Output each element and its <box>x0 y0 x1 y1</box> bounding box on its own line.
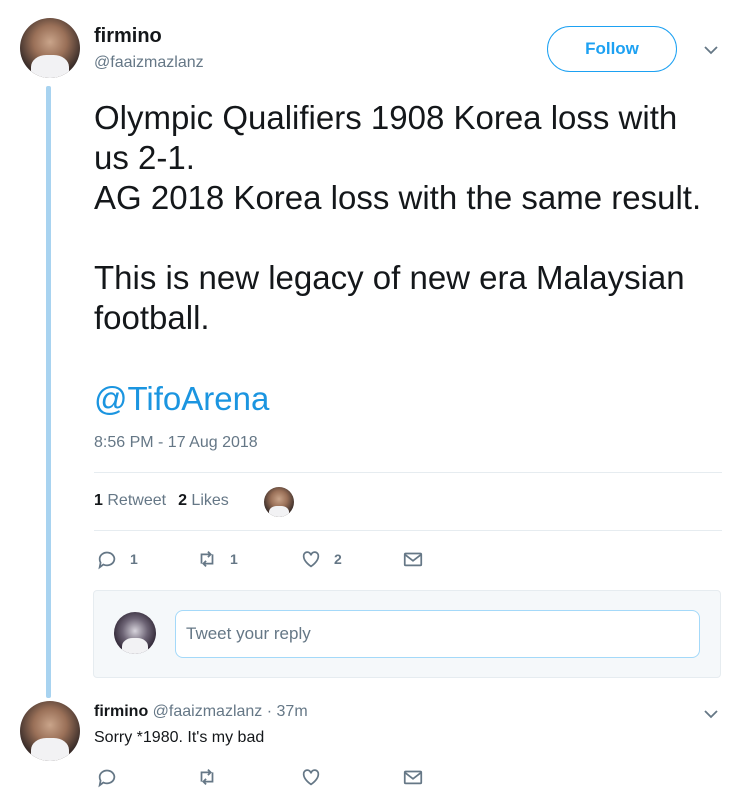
author-display-name[interactable]: firmino <box>94 25 162 48</box>
follow-button[interactable]: Follow <box>547 26 677 72</box>
retweet-icon <box>200 769 214 785</box>
like-action[interactable] <box>300 766 402 788</box>
current-user-avatar <box>114 612 156 654</box>
retweet-icon <box>200 551 214 567</box>
reply-text: Sorry *1980. It's my bad <box>94 729 265 746</box>
reply-header: firmino @faaizmazlanz · 37m <box>94 703 308 721</box>
direct-message-action[interactable] <box>402 548 424 570</box>
mention-link[interactable]: @TifoArena <box>94 379 269 419</box>
likes-stat[interactable]: 2 Likes <box>178 492 229 510</box>
reply-action[interactable] <box>96 766 196 788</box>
retweet-count: 1 <box>230 551 238 567</box>
heart-icon <box>302 551 320 568</box>
likes-count: 2 <box>178 492 187 509</box>
reply-time[interactable]: 37m <box>277 703 308 720</box>
retweets-count: 1 <box>94 492 103 509</box>
likes-label: Likes <box>191 492 229 509</box>
reply-handle[interactable]: @faaizmazlanz <box>153 703 263 720</box>
tweet-timestamp[interactable]: 8:56 PM - 17 Aug 2018 <box>94 434 258 452</box>
tweet-stats: 1 Retweet 2 Likes <box>94 492 229 510</box>
divider <box>94 530 722 531</box>
retweet-action[interactable] <box>196 766 300 788</box>
chevron-down-icon[interactable] <box>703 706 719 722</box>
tweet-text: Olympic Qualifiers 1908 Korea loss with … <box>94 99 702 336</box>
envelope-icon <box>403 552 423 567</box>
reply-action[interactable]: 1 <box>96 548 196 570</box>
author-avatar[interactable] <box>20 18 80 78</box>
reply-author-avatar[interactable] <box>20 701 80 761</box>
liker-avatar[interactable] <box>264 487 294 517</box>
reply-icon <box>98 769 116 788</box>
heart-icon <box>302 769 320 786</box>
reply-display-name[interactable]: firmino <box>94 703 148 720</box>
author-handle[interactable]: @faaizmazlanz <box>94 54 204 72</box>
reply-icon <box>98 551 116 570</box>
reply-actions <box>96 766 424 788</box>
envelope-icon <box>403 770 423 785</box>
chevron-down-icon[interactable] <box>703 42 719 58</box>
direct-message-action[interactable] <box>402 766 424 788</box>
retweets-label: Retweet <box>107 492 167 509</box>
retweet-action[interactable]: 1 <box>196 548 300 570</box>
reply-input[interactable]: Tweet your reply <box>175 610 700 658</box>
thread-line <box>46 86 51 698</box>
divider <box>94 472 722 473</box>
retweets-stat[interactable]: 1 Retweet <box>94 492 166 510</box>
tweet-actions: 1 1 2 <box>96 548 424 570</box>
like-count: 2 <box>334 551 342 567</box>
reply-separator: · <box>266 703 273 720</box>
like-action[interactable]: 2 <box>300 548 402 570</box>
reply-count: 1 <box>130 551 138 567</box>
